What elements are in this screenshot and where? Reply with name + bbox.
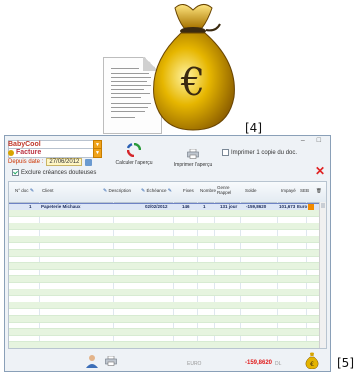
checkbox-icon[interactable] [222, 149, 229, 156]
exclude-label: Exclure créances douteuses [21, 169, 97, 176]
print-copy-checkbox[interactable]: Imprimer 1 copie du doc. [222, 149, 297, 156]
trash-icon[interactable]: 🗑 [316, 188, 322, 193]
user-send-icon[interactable] [85, 354, 99, 368]
col-number[interactable]: Nombre [200, 188, 216, 193]
pencil-icon: ✎ [103, 188, 108, 194]
company-name: BabyCool [8, 141, 41, 148]
checkbox-icon[interactable] [12, 169, 19, 176]
date-label: Depuis date : [8, 159, 44, 165]
calendar-icon[interactable] [85, 158, 93, 166]
dl-label: DL [275, 361, 282, 367]
callout-4: [4] [245, 121, 262, 135]
pencil-icon: ✎ [141, 188, 146, 194]
window-footer: EURO -159,8620 DL € [5, 352, 330, 372]
refresh-icon [126, 142, 142, 158]
date-input[interactable]: 27/06/2012 [46, 158, 83, 166]
callout-5: [5] [337, 356, 354, 370]
printer-icon [187, 148, 199, 159]
date-filter: Depuis date : 27/06/2012 [8, 158, 93, 166]
doctype-label: Facture [8, 149, 41, 156]
illustration: € [4] [0, 0, 358, 135]
col-due-date[interactable]: ✎ Échéance ✎ [141, 188, 172, 194]
calculate-preview-button[interactable]: Calculer l'aperçu [113, 142, 155, 166]
print-preview-button[interactable]: Imprimer l'aperçu [173, 148, 213, 168]
table-header: N° doc ✎ Client ✎ Description ✎ Échéance… [9, 182, 326, 203]
calculate-label: Calculer l'aperçu [115, 160, 153, 166]
window-controls[interactable]: – □ [301, 137, 326, 144]
table-row[interactable] [9, 342, 320, 348]
vertical-scrollbar[interactable] [319, 202, 326, 348]
pencil-icon: ✎ [167, 188, 172, 194]
reminder-table: N° doc ✎ Client ✎ Description ✎ Échéance… [8, 181, 327, 349]
print-label: Imprimer l'aperçu [173, 162, 213, 168]
reminder-window: – □ ▼ BabyCool ▼ Facture Depuis date : 2… [4, 135, 331, 372]
col-doc-no[interactable]: N° doc ✎ [15, 188, 34, 194]
pencil-icon: ✎ [29, 188, 35, 194]
scrollbar-thumb[interactable] [321, 203, 325, 208]
exclude-doubtful-checkbox[interactable]: Exclure créances douteuses [12, 169, 96, 176]
doctype-text: Facture [16, 149, 42, 156]
chevron-down-icon[interactable]: ▼ [93, 148, 102, 158]
moneybag-icon[interactable]: € [305, 352, 319, 369]
col-client[interactable]: Client [42, 188, 54, 193]
moneybag-small-icon [8, 149, 14, 156]
moneybag-euro-icon: € [153, 4, 235, 131]
svg-text:€: € [310, 361, 314, 368]
col-description[interactable]: ✎ Description [103, 188, 131, 194]
col-balance[interactable]: Solde [245, 188, 257, 193]
col-seb[interactable]: SEB [300, 188, 309, 193]
col-unpaid[interactable]: Impayé [281, 188, 296, 193]
col-reminder-type[interactable]: Genre Rappel [217, 185, 237, 195]
close-icon[interactable]: ✕ [315, 165, 325, 177]
svg-text:€: € [180, 60, 205, 104]
col-fixes[interactable]: Fixes [183, 188, 194, 193]
currency-label: EURO [187, 361, 202, 367]
print-copy-label: Imprimer 1 copie du doc. [231, 149, 298, 156]
printer-icon[interactable] [105, 356, 117, 366]
total-amount: -159,8620 [245, 360, 273, 366]
